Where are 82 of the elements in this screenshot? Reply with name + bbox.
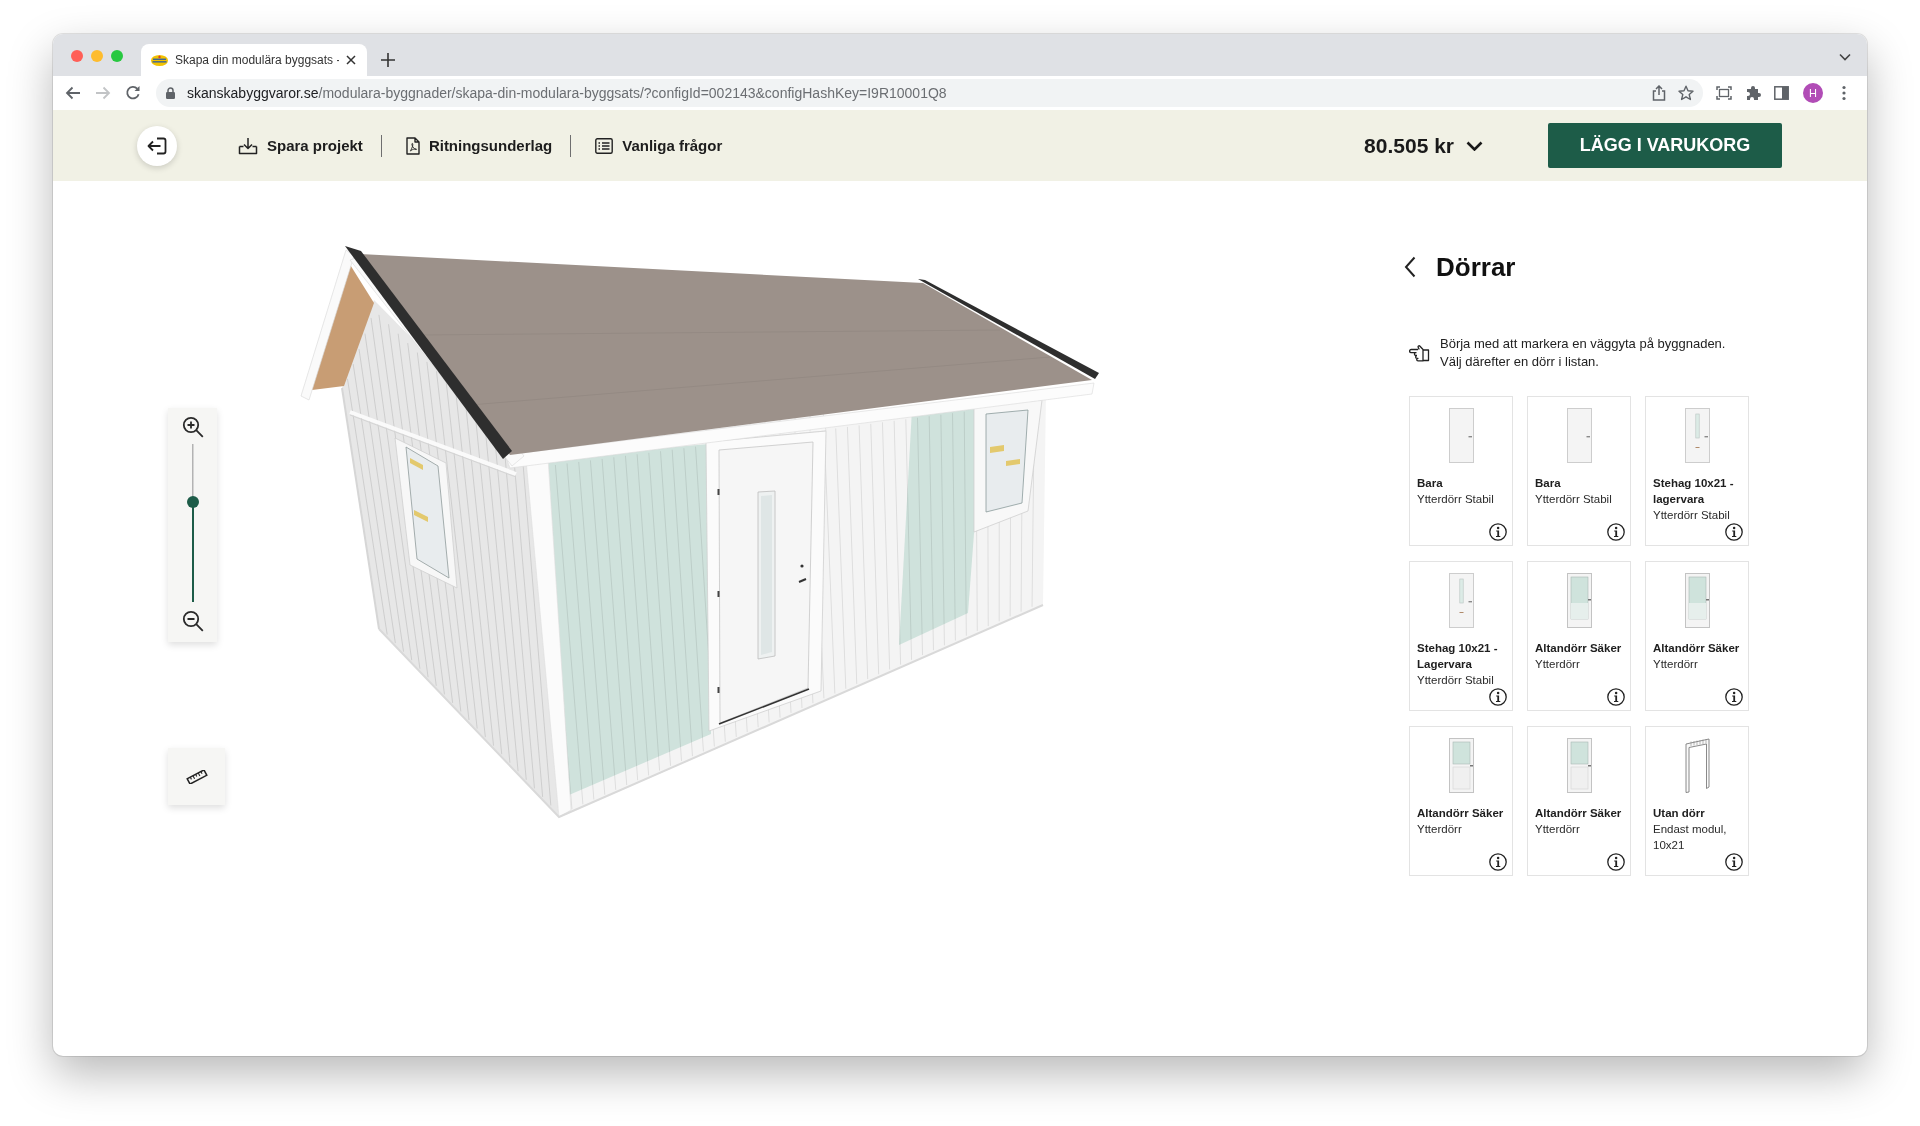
door-option-card[interactable]: Bara Ytterdörr Stabil	[1527, 396, 1631, 546]
door-type: Ytterdörr Stabil	[1535, 492, 1612, 507]
share-icon[interactable]	[1652, 85, 1666, 101]
url-text: skanskabyggvaror.se/modulara-byggnader/skapa-din-modulara-byggsats/?configId=002143&configHashKey=I9R10001Q8	[187, 85, 947, 101]
reload-icon[interactable]	[125, 85, 141, 101]
info-icon[interactable]	[1607, 688, 1625, 706]
glass-door-icon	[1448, 738, 1474, 793]
door-name: Bara	[1535, 476, 1561, 491]
address-bar[interactable]: skanskabyggvaror.se/modulara-byggnader/skapa-din-modulara-byggsats/?configId=002143&configHashKey=I9R10001Q8	[156, 79, 1703, 107]
door-icon	[1566, 408, 1592, 463]
door-type: Ytterdörr	[1653, 657, 1698, 672]
ruler-icon	[185, 769, 208, 784]
door-type: Ytterdörr Stabil	[1417, 492, 1494, 507]
door-option-card[interactable]: Altandörr Säker Ytterdörr	[1527, 561, 1631, 711]
info-icon[interactable]	[1607, 853, 1625, 871]
door-option-card[interactable]: Bara Ytterdörr Stabil	[1409, 396, 1513, 546]
door-name: Altandörr Säker	[1417, 806, 1504, 821]
door-name: Altandörr Säker	[1535, 806, 1622, 821]
zoom-out-icon[interactable]	[181, 610, 204, 632]
download-icon	[238, 136, 258, 155]
zoom-in-icon[interactable]	[181, 416, 204, 438]
more-menu-icon[interactable]	[1842, 85, 1846, 101]
side-panel-icon[interactable]	[1774, 86, 1789, 100]
site-logo-icon	[151, 54, 168, 66]
exit-button[interactable]	[137, 125, 177, 166]
door-type: Ytterdörr Stabil	[1653, 508, 1730, 523]
door-frame-icon	[1684, 738, 1710, 793]
exit-icon	[147, 136, 167, 155]
chevron-down-icon	[1466, 140, 1483, 151]
door-option-card[interactable]: Altandörr Säker Ytterdörr	[1409, 726, 1513, 876]
door-option-card[interactable]: Altandörr Säker Ytterdörr	[1527, 726, 1631, 876]
door-name: Stehag 10x21 - Lagervara	[1417, 641, 1499, 672]
info-icon[interactable]	[1489, 688, 1507, 706]
door-name: Bara	[1417, 476, 1443, 491]
door-name: Stehag 10x21 - lagervara	[1653, 476, 1735, 507]
glass-door-icon	[1566, 573, 1592, 628]
puzzle-piece-icon[interactable]	[1745, 85, 1761, 101]
glass-door-icon	[1448, 573, 1474, 628]
glass-door-icon	[1684, 408, 1710, 463]
door-type: Ytterdörr	[1417, 822, 1462, 837]
door-option-card[interactable]: Stehag 10x21 - lagervara Ytterdörr Stabil	[1645, 396, 1749, 546]
door-option-card[interactable]: Altandörr Säker Ytterdörr	[1645, 561, 1749, 711]
star-icon[interactable]	[1678, 85, 1694, 101]
lock-icon	[166, 87, 175, 99]
browser-tab[interactable]: Skapa din modulära byggsats -	[141, 44, 367, 76]
door-option-card[interactable]: Stehag 10x21 - Lagervara Ytterdörr Stabil	[1409, 561, 1513, 711]
door-option-card[interactable]: Utan dörr Endast modul, 10x21	[1645, 726, 1749, 876]
panel-title: Dörrar	[1436, 251, 1516, 283]
plus-icon[interactable]	[381, 53, 395, 67]
zoom-slider-thumb[interactable]	[186, 496, 199, 509]
chevron-down-icon[interactable]	[1839, 53, 1851, 61]
document-icon	[405, 136, 420, 155]
profile-avatar[interactable]: H	[1803, 83, 1823, 103]
back-icon[interactable]	[1404, 256, 1416, 278]
door-type: Ytterdörr Stabil	[1417, 673, 1494, 688]
screen-frame-icon[interactable]	[1716, 86, 1732, 100]
door-type: Endast modul, 10x21	[1653, 822, 1728, 853]
door-name: Altandörr Säker	[1653, 641, 1740, 656]
add-to-cart-button[interactable]: LÄGG I VARUKORG	[1548, 123, 1782, 168]
door-type: Ytterdörr	[1535, 822, 1580, 837]
door-icon	[1448, 408, 1474, 463]
glass-door-icon	[1566, 738, 1592, 793]
glass-door-icon	[1684, 573, 1710, 628]
info-icon[interactable]	[1725, 853, 1743, 871]
door-name: Altandörr Säker	[1535, 641, 1622, 656]
list-icon	[595, 137, 614, 154]
close-icon[interactable]	[346, 55, 356, 65]
back-arrow-icon[interactable]	[65, 85, 81, 101]
pointing-hand-icon	[1409, 344, 1430, 362]
price-dropdown[interactable]: 80.505 kr	[1364, 133, 1483, 158]
hint-text: Börja med att markera en väggyta på byggnaden. Välj därefter en dörr i listan.	[1440, 335, 1727, 371]
info-icon[interactable]	[1725, 688, 1743, 706]
info-icon[interactable]	[1489, 523, 1507, 541]
info-icon[interactable]	[1725, 523, 1743, 541]
door-name: Utan dörr	[1653, 806, 1705, 821]
header-action-button[interactable]: Ritningsunderlag	[405, 136, 553, 155]
measure-button[interactable]	[168, 748, 225, 805]
door-type: Ytterdörr	[1535, 657, 1580, 672]
header-action-button[interactable]: Spara projekt	[238, 136, 363, 155]
info-icon[interactable]	[1489, 853, 1507, 871]
info-icon[interactable]	[1607, 523, 1625, 541]
header-action-button[interactable]: Vanliga frågor	[595, 137, 723, 154]
